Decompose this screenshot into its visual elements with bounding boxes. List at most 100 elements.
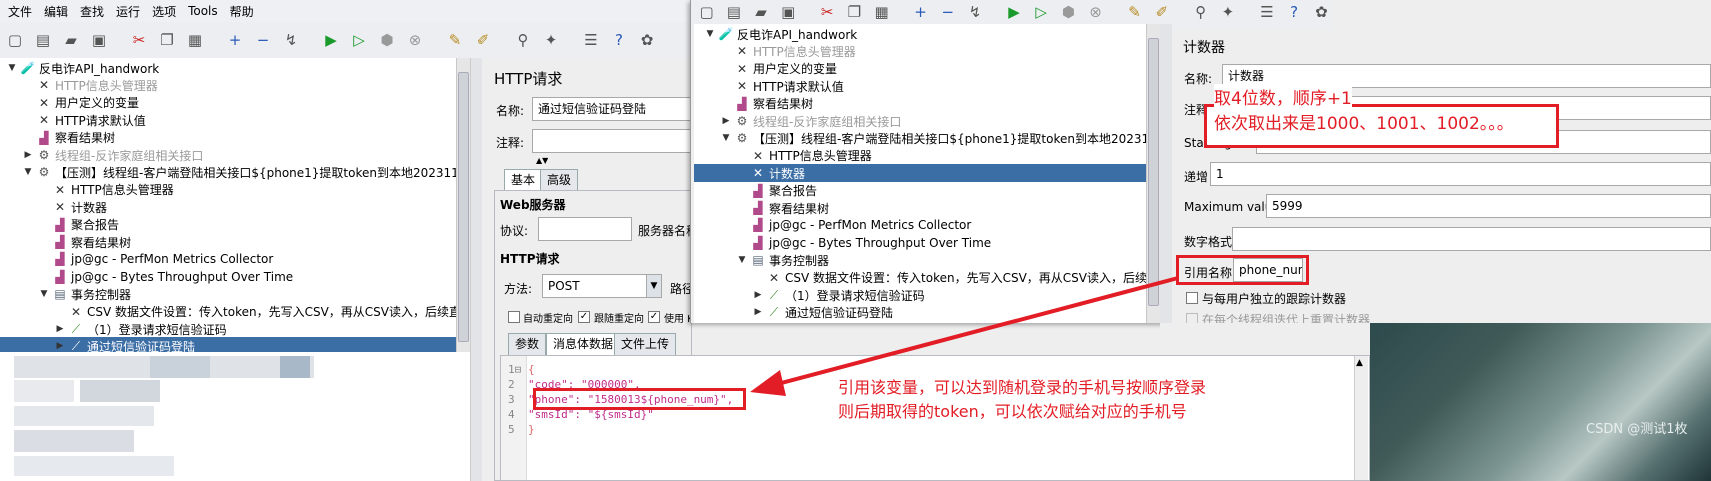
expand-toggle-icon[interactable]: ▶ <box>720 116 732 126</box>
editor-scrollbar[interactable]: ▲ <box>1354 356 1368 480</box>
reset-search-icon[interactable]: ✦ <box>540 29 562 51</box>
start-icon[interactable]: ▶ <box>1003 1 1024 23</box>
tree-node[interactable]: ▼ 🧪 反电诈API_handwork <box>0 59 160 77</box>
tree-node[interactable]: ▟ 察看结果树 <box>694 95 813 113</box>
stop-icon[interactable]: ⬢ <box>376 29 398 51</box>
stop-icon[interactable]: ⬢ <box>1058 1 1079 23</box>
cut-icon[interactable]: ✂ <box>817 1 838 23</box>
keepalive-checkbox[interactable]: ✓ <box>648 311 660 323</box>
tree-node[interactable]: ✕ HTTP请求默认值 <box>0 111 146 129</box>
copy-icon[interactable]: ❐ <box>156 29 178 51</box>
expand-toggle-icon[interactable]: ▶ <box>54 341 66 351</box>
tree-node[interactable]: ✕ 计数器 <box>694 164 1146 183</box>
chevron-down-icon[interactable]: ▼ <box>646 275 661 297</box>
method-select[interactable]: POST <box>542 274 662 298</box>
tree-node[interactable]: ▟ 察看结果树 <box>0 129 115 147</box>
tree-node[interactable]: ▟ 聚合报告 <box>0 216 119 234</box>
increment-field[interactable]: 1 <box>1210 162 1711 186</box>
expand-toggle-icon[interactable]: ▶ <box>22 150 34 160</box>
left-tree-scrollbar[interactable] <box>456 58 470 352</box>
left-tree-scroll-thumb[interactable] <box>458 72 469 342</box>
save-icon[interactable]: ▣ <box>88 29 110 51</box>
toggle-icon[interactable]: ↯ <box>964 1 985 23</box>
templates-icon[interactable]: ▤ <box>32 29 54 51</box>
toggle-icon[interactable]: ↯ <box>280 29 302 51</box>
tree-node[interactable]: ✕ 用户定义的变量 <box>0 94 139 112</box>
http-comment-field[interactable] <box>532 129 692 153</box>
clear-all-icon[interactable]: ✐ <box>1151 1 1172 23</box>
search-icon[interactable]: ⚲ <box>1190 1 1211 23</box>
cut-icon[interactable]: ✂ <box>128 29 150 51</box>
tab-body-data[interactable]: 消息体数据 <box>546 333 621 355</box>
clear-icon[interactable]: ✎ <box>1124 1 1145 23</box>
menu-item-6[interactable]: 帮助 <box>230 3 254 20</box>
collapse-icon[interactable]: − <box>937 1 958 23</box>
open-icon[interactable]: ▰ <box>750 1 771 23</box>
paste-icon[interactable]: ▦ <box>871 1 892 23</box>
max-value-field[interactable]: 5999 <box>1266 194 1711 218</box>
menu-item-1[interactable]: 编辑 <box>44 3 68 20</box>
tree-node[interactable]: ▟ jp@gc - Bytes Throughput Over Time <box>694 234 991 252</box>
auto-redirect-checkbox[interactable] <box>508 311 520 323</box>
tree-node[interactable]: ✕ HTTP信息头管理器 <box>694 147 872 165</box>
tab-advanced[interactable]: 高级 <box>540 169 579 191</box>
tree-node[interactable]: ▶ ⚙ 线程组-反诈家庭组相关接口 <box>694 112 902 130</box>
function-helper-icon[interactable]: ☰ <box>1256 1 1277 23</box>
new-icon[interactable]: ▢ <box>4 29 26 51</box>
copy-icon[interactable]: ❐ <box>844 1 865 23</box>
tree-node[interactable]: ▟ 察看结果树 <box>694 199 829 217</box>
help-icon[interactable]: ? <box>1284 1 1305 23</box>
collapse-toggle-icon[interactable]: ▼ <box>6 63 18 73</box>
start-icon[interactable]: ▶ <box>320 29 342 51</box>
collapse-toggle-icon[interactable]: ▼ <box>22 167 34 177</box>
tree-node[interactable]: ▼ ▤ 事务控制器 <box>0 285 131 303</box>
function-helper-icon[interactable]: ☰ <box>580 29 602 51</box>
tree-node[interactable]: ✕ 用户定义的变量 <box>694 60 837 78</box>
start-no-pause-icon[interactable]: ▷ <box>1031 1 1052 23</box>
tab-basic[interactable]: 基本 <box>504 169 543 191</box>
editor-scroll-up-icon[interactable]: ▲ <box>1356 358 1363 368</box>
tree-node[interactable]: ▼ ⚙ 【压测】线程组-客户端登陆相关接口${phone1}提取token到本地20… <box>0 163 458 181</box>
help-icon[interactable]: ? <box>608 29 630 51</box>
tree-node[interactable]: ▶ ⟋ （1）登录请求短信验证码 <box>0 320 227 338</box>
number-format-field[interactable] <box>1232 227 1711 251</box>
expand-icon[interactable]: + <box>224 29 246 51</box>
tree-node[interactable]: ▼ ⚙ 【压测】线程组-客户端登陆相关接口${phone1}提取token到本地20… <box>694 129 1146 147</box>
tree-node[interactable]: ▟ 聚合报告 <box>694 182 817 200</box>
tree-node[interactable]: ▟ jp@gc - Bytes Throughput Over Time <box>0 268 293 286</box>
tree-node[interactable]: ✕ HTTP信息头管理器 <box>0 181 174 199</box>
open-icon[interactable]: ▰ <box>60 29 82 51</box>
expand-icon[interactable]: + <box>910 1 931 23</box>
save-icon[interactable]: ▣ <box>778 1 799 23</box>
tab-file-upload[interactable]: 文件上传 <box>614 333 677 355</box>
start-no-pause-icon[interactable]: ▷ <box>348 29 370 51</box>
tree-node[interactable]: ▶ ⚙ 线程组-反诈家庭组相关接口 <box>0 146 204 164</box>
shutdown-icon[interactable]: ⊗ <box>404 29 426 51</box>
divider-arrows[interactable]: ▲▼ <box>536 156 548 165</box>
menu-item-5[interactable]: Tools <box>188 4 218 18</box>
search-icon[interactable]: ⚲ <box>512 29 534 51</box>
tab-parameters[interactable]: 参数 <box>508 333 547 355</box>
menu-item-4[interactable]: 选项 <box>152 3 176 20</box>
tree-node[interactable]: ▶ ⟋ 通过短信验证码登陆 <box>0 337 458 352</box>
collapse-toggle-icon[interactable]: ▼ <box>736 255 748 265</box>
follow-redirect-checkbox[interactable]: ✓ <box>578 311 590 323</box>
templates-icon[interactable]: ▤ <box>723 1 744 23</box>
tree-node[interactable]: ✕ HTTP请求默认值 <box>694 77 844 95</box>
new-icon[interactable]: ▢ <box>696 1 717 23</box>
tree-node[interactable]: ▟ jp@gc - PerfMon Metrics Collector <box>0 250 273 268</box>
splitter[interactable] <box>470 58 482 481</box>
reset-search-icon[interactable]: ✦ <box>1217 1 1238 23</box>
right-tree-scroll-thumb[interactable] <box>1148 38 1159 306</box>
collapse-toggle-icon[interactable]: ▼ <box>704 29 716 39</box>
tree-node[interactable]: ✕ 计数器 <box>0 198 107 216</box>
clear-all-icon[interactable]: ✐ <box>472 29 494 51</box>
menu-item-3[interactable]: 运行 <box>116 3 140 20</box>
protocol-field[interactable] <box>538 217 632 241</box>
remote-icon[interactable]: ✿ <box>1311 1 1332 23</box>
menu-item-0[interactable]: 文件 <box>8 3 32 20</box>
menu-item-2[interactable]: 查找 <box>80 3 104 20</box>
remote-icon[interactable]: ✿ <box>636 29 658 51</box>
tree-node[interactable]: ✕ HTTP信息头管理器 <box>0 76 158 94</box>
collapse-toggle-icon[interactable]: ▼ <box>38 289 50 299</box>
